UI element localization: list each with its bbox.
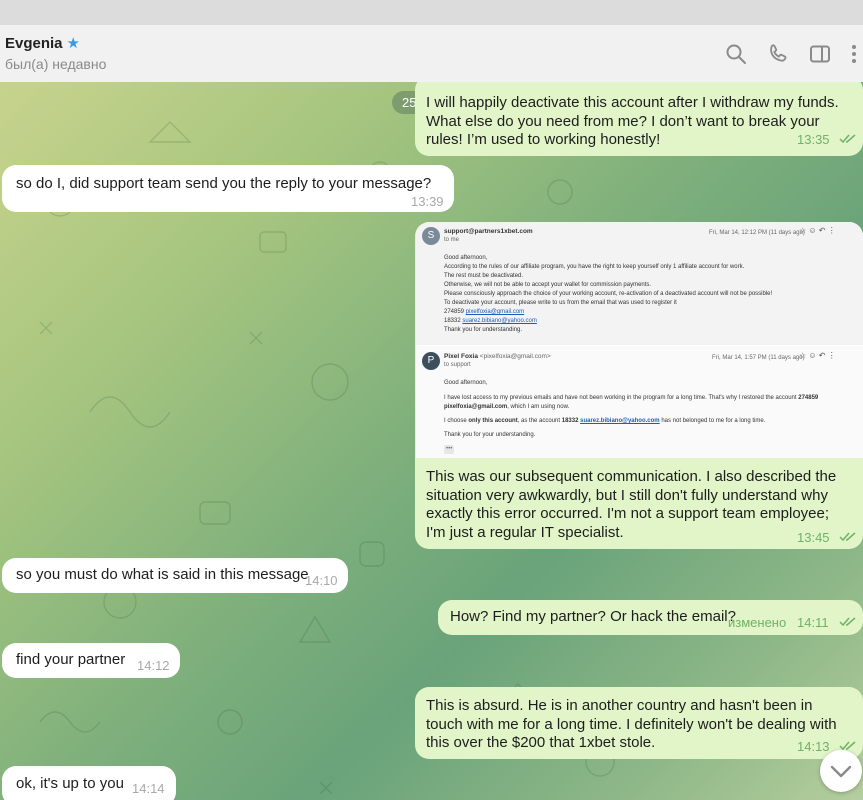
message-text: I will happily deactivate this account a… [426, 94, 839, 148]
message-incoming[interactable]: ok, it's up to you 14:14 [2, 766, 176, 800]
message-time: 13:45 [797, 530, 830, 545]
edited-label: изменено [728, 615, 787, 630]
message-text: ok, it's up to you [16, 775, 124, 792]
email-thanks: Thank you for your understanding. [444, 432, 536, 438]
contact-name[interactable]: Evgenia ★ [5, 34, 80, 52]
search-icon[interactable] [724, 42, 748, 66]
message-text: This was our subsequent communication. I… [426, 468, 837, 541]
window-top-strip [0, 0, 863, 25]
message-outgoing[interactable]: I will happily deactivate this account a… [415, 82, 863, 156]
email-body-line: According to the rules of our affiliate … [444, 264, 745, 270]
star-icon: ☆ ☺ ↶ ⋮ [799, 226, 836, 235]
message-incoming[interactable]: so you must do what is said in this mess… [2, 558, 348, 593]
chevron-down-icon [830, 765, 852, 778]
chat-area[interactable]: 25 марта I will happily deactivate this … [0, 82, 863, 800]
email-message-2: P Pixel Foxia <pixelfoxia@gmail.com> to … [416, 346, 863, 458]
message-text: so you must do what is said in this mess… [16, 566, 309, 583]
message-time: 13:35 [797, 132, 830, 147]
more-vertical-icon[interactable] [846, 42, 863, 66]
email-body-line: I choose only this account, as the accou… [444, 418, 766, 424]
message-text: so do I, did support team send you the r… [16, 175, 432, 192]
email-body-line: Please consciously approach the choice o… [444, 291, 773, 297]
contact-status: был(а) недавно [5, 56, 107, 72]
email-date: Fri, Mar 14, 12:12 PM (11 days ago) [709, 230, 805, 236]
email-to: to me [444, 237, 460, 243]
message-outgoing[interactable]: How? Find my partner? Or hack the email?… [438, 600, 863, 635]
email-account-line: 274859 pixelfoxia@gmail.com [444, 309, 525, 315]
sidebar-toggle-icon[interactable] [808, 42, 832, 66]
email-ellipsis[interactable]: ••• [444, 445, 455, 454]
email-body-line: Good afternoon, [444, 255, 488, 261]
message-time: 14:11 [797, 615, 829, 630]
email-body-line: Otherwise, we will not be able to accept… [444, 282, 652, 288]
email-thanks: Thank you for understanding. [444, 327, 523, 333]
email-message-1: S support@partners1xbet.com to me Fri, M… [416, 222, 863, 345]
email-date: Fri, Mar 14, 1:57 PM (11 days ago) [712, 355, 805, 361]
email-to: to support [444, 362, 471, 368]
email-body-line: The rest must be deactivated. [444, 273, 524, 279]
email-body-line: pixelfoxia@gmail.com, which I am using n… [444, 404, 570, 410]
star-icon: ★ [66, 35, 80, 52]
double-check-icon [839, 134, 856, 144]
sender-avatar: S [422, 227, 440, 245]
double-check-icon [839, 532, 856, 542]
contact-name-text[interactable]: Evgenia [5, 35, 63, 52]
star-icon: ☆ ☺ ↶ ⋮ [799, 351, 836, 360]
phone-icon[interactable] [766, 42, 790, 66]
message-time: 14:14 [132, 781, 165, 796]
email-screenshot-image[interactable]: S support@partners1xbet.com to me Fri, M… [416, 222, 863, 458]
email-body-line: Good afternoon, [444, 380, 488, 386]
message-time: 14:10 [305, 573, 338, 588]
email-body-line: To deactivate your account, please write… [444, 300, 677, 306]
message-incoming[interactable]: so do I, did support team send you the r… [2, 165, 454, 212]
double-check-icon [839, 617, 856, 627]
message-text: This is absurd. He is in another country… [426, 697, 837, 751]
message-incoming[interactable]: find your partner 14:12 [2, 643, 180, 678]
chat-header: Evgenia ★ был(а) недавно [0, 25, 863, 83]
scroll-to-bottom-button[interactable] [820, 750, 862, 792]
email-account-line: 18332 suarez.bibiano@yahoo.com [444, 318, 537, 324]
email-body-line: I have lost access to my previous emails… [444, 395, 819, 401]
message-text: How? Find my partner? Or hack the email? [450, 608, 736, 625]
message-time: 13:39 [411, 194, 444, 209]
sender-avatar: P [422, 352, 440, 370]
message-outgoing[interactable]: This is absurd. He is in another country… [415, 687, 863, 759]
message-time: 14:12 [137, 658, 170, 673]
message-text: find your partner [16, 651, 126, 668]
